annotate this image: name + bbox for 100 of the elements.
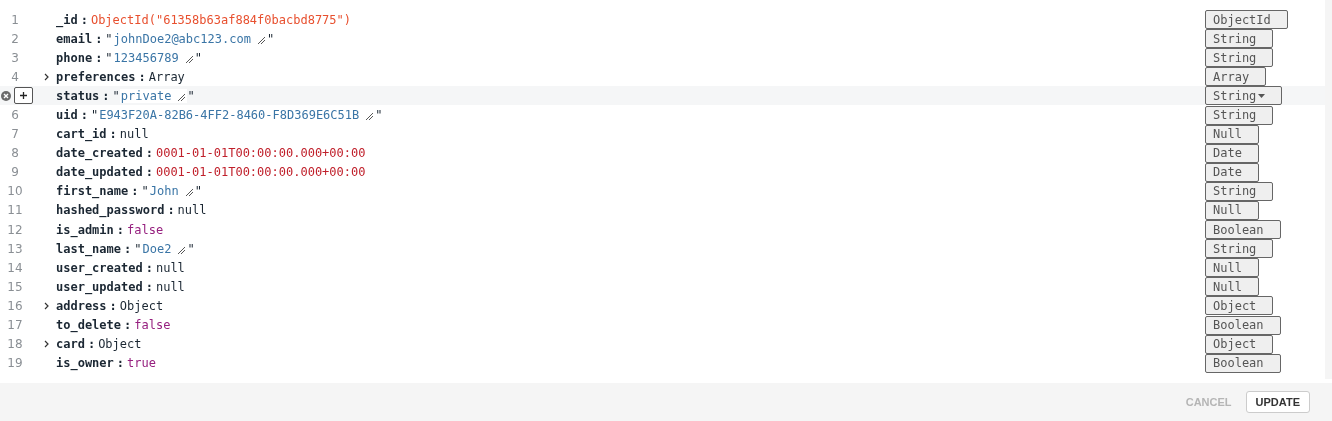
field-key: uid: [56, 108, 78, 122]
type-selector[interactable]: Null: [1205, 201, 1259, 220]
field-key: is_owner: [56, 356, 114, 371]
field-value[interactable]: false: [127, 222, 164, 237]
type-selector[interactable]: Null: [1205, 258, 1259, 278]
key-separator: :: [138, 69, 146, 84]
key-separator: :: [124, 318, 132, 333]
line-number: 11: [6, 203, 24, 218]
quote-mark: ": [375, 108, 383, 122]
line-number: 2: [10, 31, 20, 46]
string-value-field[interactable]: 123456789: [112, 50, 195, 65]
key-separator: :: [145, 165, 153, 180]
field-value[interactable]: false: [134, 318, 171, 333]
resize-handle-icon[interactable]: [184, 54, 194, 64]
line-number: 12: [6, 222, 24, 237]
key-separator: :: [87, 337, 96, 352]
type-selector[interactable]: Null: [1205, 277, 1259, 297]
type-selector[interactable]: Date: [1205, 162, 1259, 182]
type-selector[interactable]: ObjectId: [1205, 10, 1288, 30]
dropdown-caret-icon: [1258, 93, 1266, 98]
line-number: 13: [6, 241, 24, 256]
update-button[interactable]: UPDATE: [1245, 391, 1310, 413]
line-number: 4: [10, 69, 20, 84]
quote-mark: ": [105, 31, 113, 46]
key-separator: :: [116, 222, 125, 237]
type-selector[interactable]: String: [1205, 48, 1274, 68]
field-key: phone: [56, 50, 93, 65]
key-separator: :: [124, 241, 132, 256]
field-key: hashed_password: [56, 203, 165, 218]
line-number: 10: [6, 184, 24, 199]
expand-caret-icon[interactable]: [44, 340, 50, 349]
type-selector[interactable]: Object: [1205, 334, 1274, 354]
string-value-field[interactable]: E943F20A-82B6-4FF2-8460-F8D369E6C51B: [98, 108, 376, 122]
type-selector[interactable]: String: [1205, 239, 1274, 259]
line-number: 15: [6, 279, 24, 294]
field-key: preferences: [56, 69, 136, 84]
quote-mark: ": [194, 184, 202, 199]
resize-handle-icon[interactable]: [256, 35, 266, 45]
line-number: 9: [10, 165, 20, 180]
line-number: 8: [10, 146, 20, 161]
resize-handle-icon[interactable]: [177, 245, 187, 255]
resize-handle-icon[interactable]: [365, 112, 375, 121]
expand-caret-icon[interactable]: [44, 72, 50, 81]
field-key: status: [56, 88, 100, 103]
field-key: address: [56, 298, 107, 313]
type-selector[interactable]: String: [1205, 105, 1274, 125]
field-value[interactable]: null: [155, 279, 185, 294]
field-value[interactable]: null: [177, 203, 207, 218]
line-number: 7: [10, 127, 20, 142]
field-value[interactable]: true: [127, 356, 156, 371]
add-field-button[interactable]: [14, 87, 33, 105]
field-value[interactable]: Object: [98, 337, 142, 352]
field-value[interactable]: Array: [148, 69, 185, 84]
line-number: 14: [6, 260, 24, 275]
string-value-field[interactable]: johnDoe2@abc123.com: [112, 31, 267, 46]
string-value-field[interactable]: Doe2: [141, 241, 188, 256]
quote-mark: ": [105, 50, 113, 65]
type-selector[interactable]: Object: [1205, 296, 1274, 316]
remove-field-icon[interactable]: [1, 90, 11, 101]
key-separator: :: [109, 298, 117, 313]
quote-mark: ": [266, 31, 275, 46]
type-selector[interactable]: Boolean: [1205, 220, 1281, 240]
field-value[interactable]: null: [119, 127, 149, 142]
field-key: user_updated: [56, 279, 143, 294]
field-value[interactable]: 0001-01-01T00:00:00.000+00:00: [155, 146, 366, 161]
key-separator: :: [95, 50, 103, 65]
key-separator: :: [145, 146, 153, 161]
key-separator: :: [95, 31, 103, 46]
type-selector[interactable]: String: [1205, 181, 1274, 201]
field-key: date_created: [56, 146, 143, 161]
key-separator: :: [145, 279, 153, 294]
string-value-field[interactable]: John: [148, 184, 195, 199]
key-separator: :: [131, 184, 139, 199]
type-selector[interactable]: String: [1205, 29, 1274, 49]
string-value-field[interactable]: private: [119, 88, 188, 103]
type-selector[interactable]: Array: [1205, 67, 1267, 87]
field-value[interactable]: Object: [119, 298, 164, 313]
quote-mark: ": [134, 241, 142, 256]
field-value[interactable]: 0001-01-01T00:00:00.000+00:00: [155, 165, 366, 180]
field-key: card: [56, 337, 85, 352]
type-selector[interactable]: Date: [1205, 143, 1259, 163]
field-key: date_updated: [56, 165, 143, 180]
field-key: email: [56, 31, 93, 46]
quote-mark: ": [187, 88, 195, 103]
type-selector[interactable]: Boolean: [1205, 353, 1281, 373]
line-number: 19: [6, 356, 24, 371]
key-separator: :: [145, 260, 153, 275]
type-selector[interactable]: Boolean: [1205, 315, 1281, 335]
line-number: 17: [6, 318, 24, 333]
resize-handle-icon[interactable]: [177, 92, 187, 102]
resize-handle-icon[interactable]: [184, 188, 194, 198]
line-number: 16: [6, 298, 24, 313]
plus-icon: [19, 91, 28, 101]
type-selector[interactable]: Null: [1205, 124, 1259, 144]
field-key: is_admin: [56, 222, 114, 237]
field-value[interactable]: ObjectId("61358b63af884f0bacbd8775"): [90, 12, 351, 27]
type-selector[interactable]: String: [1205, 86, 1283, 106]
quote-mark: ": [187, 241, 195, 256]
expand-caret-icon[interactable]: [44, 301, 50, 310]
field-value[interactable]: null: [155, 260, 185, 275]
